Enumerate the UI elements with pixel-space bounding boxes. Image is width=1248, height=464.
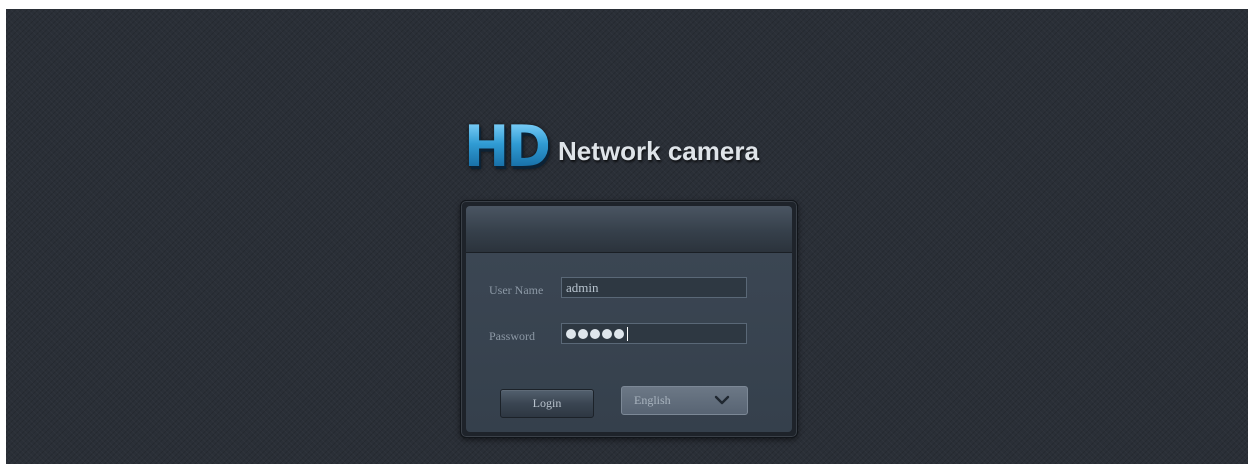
password-label: Password (489, 329, 536, 343)
login-panel-body: User Name admin Password Login English (466, 253, 792, 432)
login-panel: User Name admin Password Login English (460, 200, 798, 438)
chevron-down-icon (714, 395, 730, 405)
language-select[interactable]: English (621, 386, 748, 415)
text-caret (627, 326, 628, 341)
hd-logo-mark: HD (464, 113, 551, 180)
login-panel-header (466, 206, 792, 253)
username-label: User Name (489, 283, 544, 297)
password-dot (578, 328, 588, 339)
product-title: Network camera (558, 135, 759, 166)
password-input[interactable] (561, 323, 747, 344)
username-value: admin (566, 280, 599, 295)
password-mask (566, 326, 742, 341)
password-dot (590, 328, 600, 339)
login-page: HD Network camera User Name admin Passwo… (6, 9, 1248, 464)
language-selected-value: English (634, 393, 671, 407)
brand-logo: HD Network camera (464, 117, 759, 177)
password-dot (566, 328, 576, 339)
login-button[interactable]: Login (500, 389, 594, 418)
password-dot (602, 328, 612, 339)
password-dot (614, 328, 624, 339)
username-input[interactable]: admin (561, 277, 747, 298)
